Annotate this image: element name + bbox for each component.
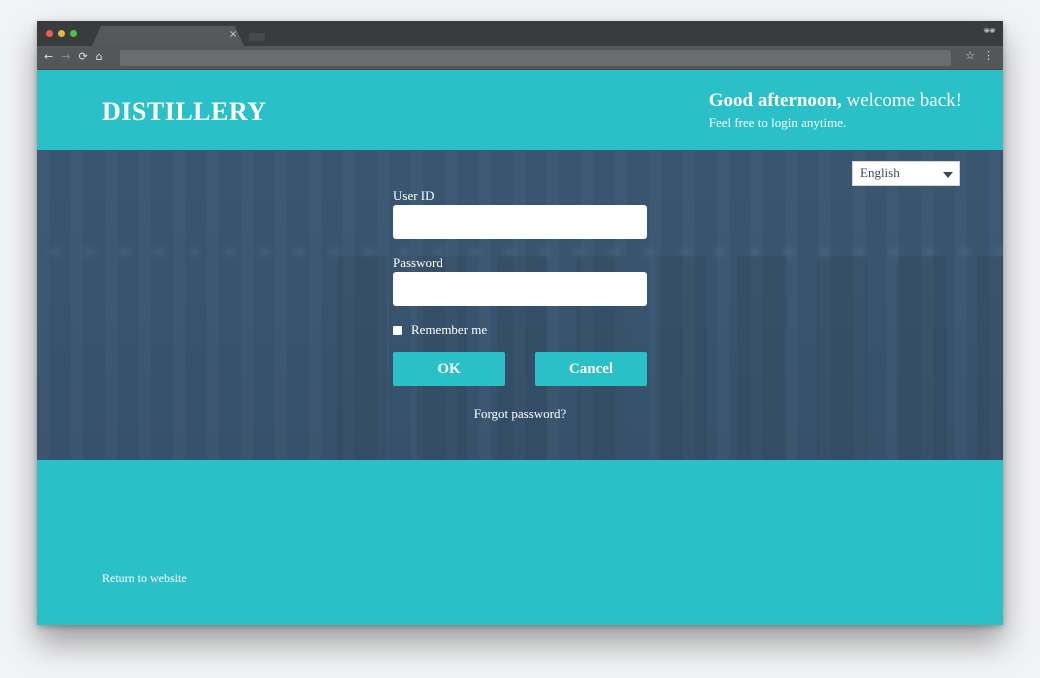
login-page: DISTILLERY Good afternoon, welcome back!… xyxy=(37,70,1003,625)
login-form: User ID Password Remember me OK Cancel F… xyxy=(393,188,647,422)
incognito-icon: 🕶 xyxy=(983,26,996,37)
user-id-input[interactable] xyxy=(393,205,647,239)
bookmark-star-icon[interactable]: ☆ xyxy=(965,49,975,62)
browser-tab[interactable] xyxy=(92,26,244,46)
forward-icon[interactable]: → xyxy=(61,50,70,63)
remember-me-checkbox[interactable] xyxy=(393,325,402,335)
minimize-window-button[interactable] xyxy=(58,30,65,37)
page-header: DISTILLERY Good afternoon, welcome back!… xyxy=(37,70,1003,150)
language-select[interactable]: English xyxy=(852,161,960,186)
ok-button[interactable]: OK xyxy=(393,352,505,386)
greeting-line: Good afternoon, welcome back! xyxy=(709,90,962,112)
user-id-label: User ID xyxy=(393,188,435,203)
tab-close-icon[interactable]: × xyxy=(229,29,237,40)
chevron-down-icon xyxy=(943,172,953,178)
browser-menu-icon[interactable]: ⋮ xyxy=(983,49,994,62)
cancel-button[interactable]: Cancel xyxy=(535,352,647,386)
greeting-subtitle: Feel free to login anytime. xyxy=(708,115,847,130)
password-input[interactable] xyxy=(393,272,647,306)
close-window-button[interactable] xyxy=(46,30,53,37)
page-footer: Return to website xyxy=(37,460,1003,625)
greeting: Good afternoon, welcome back! Feel free … xyxy=(709,90,962,131)
tab-bar: × 🕶 xyxy=(37,21,1003,46)
forgot-password-link[interactable]: Forgot password? xyxy=(393,406,647,422)
language-selected: English xyxy=(860,165,900,180)
reload-icon[interactable]: ⟳ xyxy=(78,50,87,63)
address-bar[interactable] xyxy=(120,50,951,66)
remember-me-label: Remember me xyxy=(411,322,488,337)
remember-me[interactable]: Remember me xyxy=(393,322,647,338)
return-to-website-link[interactable]: Return to website xyxy=(102,571,187,586)
back-icon[interactable]: ← xyxy=(44,50,53,63)
greeting-rest: welcome back! xyxy=(841,90,962,111)
browser-toolbar: ← → ⟳ ⌂ ☆ ⋮ xyxy=(37,46,1003,70)
greeting-bold: Good afternoon, xyxy=(708,90,842,111)
window-controls xyxy=(46,30,77,37)
form-buttons: OK Cancel xyxy=(393,352,647,386)
password-label: Password xyxy=(393,255,443,270)
logo: DISTILLERY xyxy=(102,97,267,126)
maximize-window-button[interactable] xyxy=(70,30,77,37)
browser-window: × 🕶 ← → ⟳ ⌂ ☆ ⋮ DISTILLERY Good afternoo… xyxy=(37,21,1003,625)
nav-buttons: ← → ⟳ ⌂ xyxy=(44,50,103,63)
hero-background: English User ID Password Remember me OK … xyxy=(37,150,1003,460)
home-icon[interactable]: ⌂ xyxy=(96,50,103,63)
new-tab-button[interactable] xyxy=(249,33,265,41)
